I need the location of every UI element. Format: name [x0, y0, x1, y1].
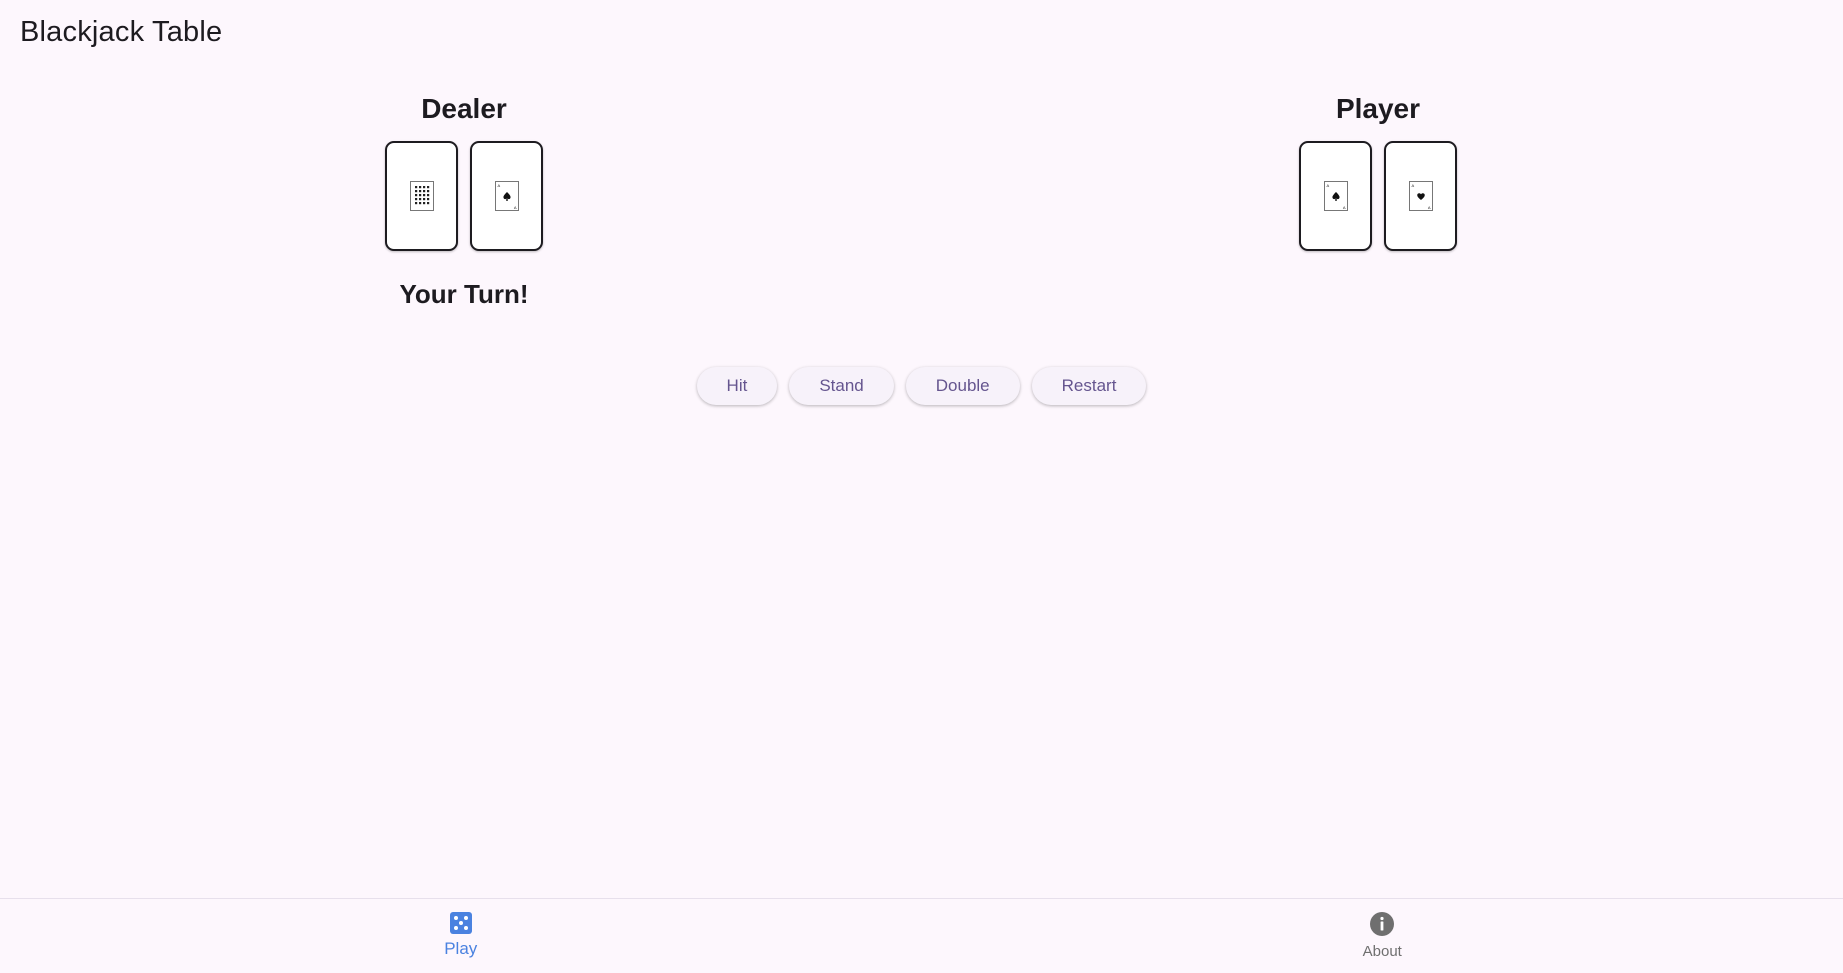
player-card-2: A A	[1384, 141, 1457, 251]
action-bar: Hit Stand Double Restart	[0, 367, 1843, 405]
dealer-card-2: A A	[470, 141, 543, 251]
card-face-ten-pips-icon	[410, 181, 434, 211]
card-ace-of-spades-icon: A A	[495, 181, 519, 211]
nav-item-about[interactable]: About	[922, 899, 1843, 973]
hit-button[interactable]: Hit	[697, 367, 778, 405]
card-ace-of-spades-icon: A A	[1324, 181, 1348, 211]
svg-text:A: A	[513, 205, 516, 210]
svg-text:A: A	[1342, 205, 1345, 210]
player-title: Player	[1336, 90, 1420, 128]
stand-button[interactable]: Stand	[789, 367, 893, 405]
player-hand: A A A A	[1299, 141, 1457, 251]
svg-text:A: A	[1411, 183, 1414, 188]
bottom-navigation: Play About	[0, 898, 1843, 973]
nav-label-about: About	[1363, 943, 1402, 960]
dice-icon	[449, 911, 473, 935]
card-ace-of-hearts-icon: A A	[1409, 181, 1433, 211]
restart-button[interactable]: Restart	[1032, 367, 1147, 405]
player-area: Player A A A A	[1228, 90, 1528, 251]
svg-text:A: A	[497, 183, 500, 188]
nav-item-play[interactable]: Play	[0, 899, 922, 973]
nav-label-play: Play	[444, 939, 477, 959]
player-card-1: A A	[1299, 141, 1372, 251]
dealer-area: Dealer A A Your Turn!	[314, 90, 614, 310]
info-icon	[1369, 911, 1395, 937]
double-button[interactable]: Double	[906, 367, 1020, 405]
svg-text:A: A	[1427, 205, 1430, 210]
app-title: Blackjack Table	[20, 16, 222, 49]
dealer-card-1	[385, 141, 458, 251]
svg-text:A: A	[1326, 183, 1329, 188]
dealer-title: Dealer	[421, 90, 507, 128]
game-status: Your Turn!	[399, 279, 528, 310]
dealer-hand: A A	[385, 141, 543, 251]
